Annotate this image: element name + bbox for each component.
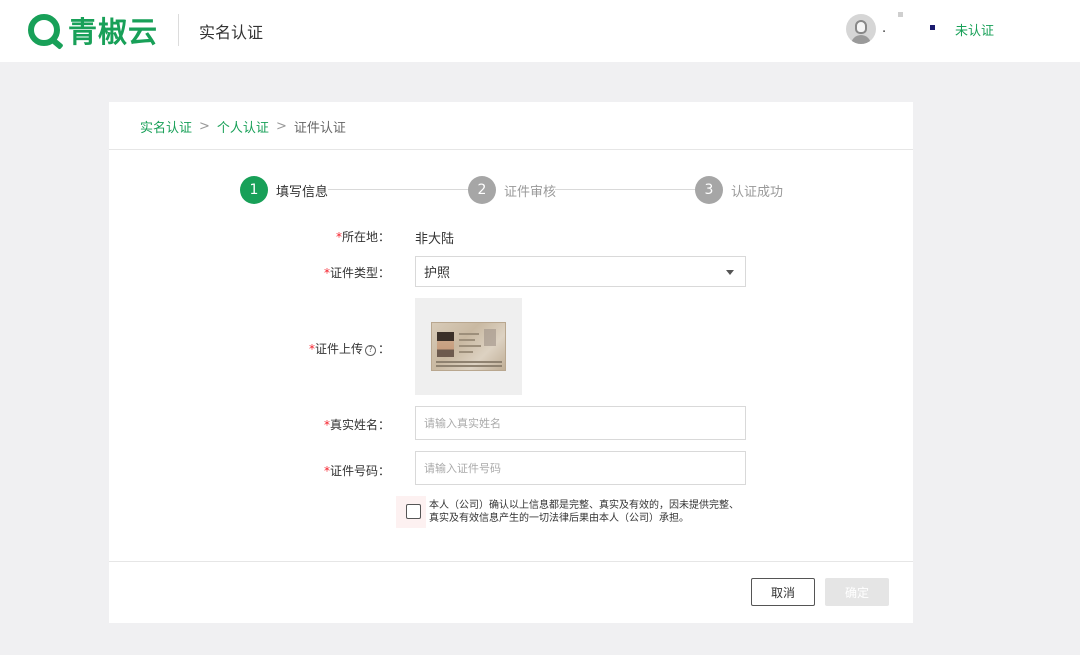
location-value: 非大陆: [415, 232, 455, 247]
confirm-button[interactable]: 确定: [825, 578, 889, 606]
agreement-checkbox[interactable]: [406, 504, 421, 519]
step-connector: [328, 189, 468, 190]
question-mark-icon[interactable]: ?: [364, 344, 376, 356]
id-type-selected-value: 护照: [424, 266, 451, 281]
agreement-text[interactable]: 本人（公司）确认以上信息都是完整、真实及有效的，因未提供完整、 真实及有效信息产…: [429, 499, 749, 525]
breadcrumb-item-realname[interactable]: 实名认证: [140, 117, 192, 136]
id-type-label: *证件类型：: [323, 266, 390, 280]
passport-image-thumbnail: [431, 322, 506, 371]
brand-logo[interactable]: 青椒云: [28, 12, 159, 49]
page-title: 实名认证: [199, 23, 264, 42]
caret-down-icon: [726, 270, 734, 275]
step-1: 1 填写信息: [240, 176, 328, 204]
breadcrumb-separator: >: [199, 119, 210, 134]
step-number: 1: [240, 176, 268, 204]
footer-divider: [109, 561, 913, 562]
user-name[interactable]: .: [882, 21, 886, 36]
header-divider: [178, 14, 179, 46]
breadcrumb-item-current: 证件认证: [293, 121, 346, 136]
step-label: 填写信息: [276, 184, 329, 200]
breadcrumb: 实名认证 > 个人认证 > 证件认证: [140, 117, 346, 136]
avatar-body-icon: [851, 35, 871, 44]
step-2: 2 证件审核: [468, 176, 556, 204]
id-type-select[interactable]: 护照: [415, 256, 746, 287]
id-number-input[interactable]: [415, 451, 746, 485]
agreement-row: 本人（公司）确认以上信息都是完整、真实及有效的，因未提供完整、 真实及有效信息产…: [396, 496, 746, 528]
avatar-head-icon: [855, 20, 867, 34]
real-name-input[interactable]: [415, 406, 746, 440]
location-label: *所在地：: [335, 230, 390, 244]
cancel-button[interactable]: 取消: [751, 578, 815, 606]
step-connector: [555, 189, 695, 190]
breadcrumb-item-personal[interactable]: 个人认证: [217, 117, 269, 136]
logo-text: 青椒云: [68, 15, 159, 49]
upload-label: *证件上传?：: [308, 342, 390, 356]
card-header-divider: [109, 149, 913, 150]
user-avatar[interactable]: [846, 14, 876, 44]
step-label: 认证成功: [731, 184, 784, 200]
step-label: 证件审核: [504, 184, 557, 200]
step-number: 3: [695, 176, 723, 204]
id-upload-area[interactable]: [415, 298, 522, 395]
breadcrumb-separator: >: [275, 119, 287, 134]
real-name-label: *真实姓名：: [323, 418, 390, 432]
verify-status-link[interactable]: 未认证: [955, 20, 994, 39]
verification-card: 实名认证 > 个人认证 > 证件认证 1 填写信息 2 证件审核 3 认证成功 …: [109, 102, 913, 623]
top-header: 青椒云 实名认证 . 未认证: [0, 0, 1080, 62]
id-number-label: *证件号码：: [323, 464, 390, 478]
step-number: 2: [468, 176, 496, 204]
redaction-mark: [898, 12, 903, 17]
redaction-mark: [930, 25, 935, 30]
logo-q-icon: [28, 14, 60, 46]
step-3: 3 认证成功: [695, 176, 783, 204]
